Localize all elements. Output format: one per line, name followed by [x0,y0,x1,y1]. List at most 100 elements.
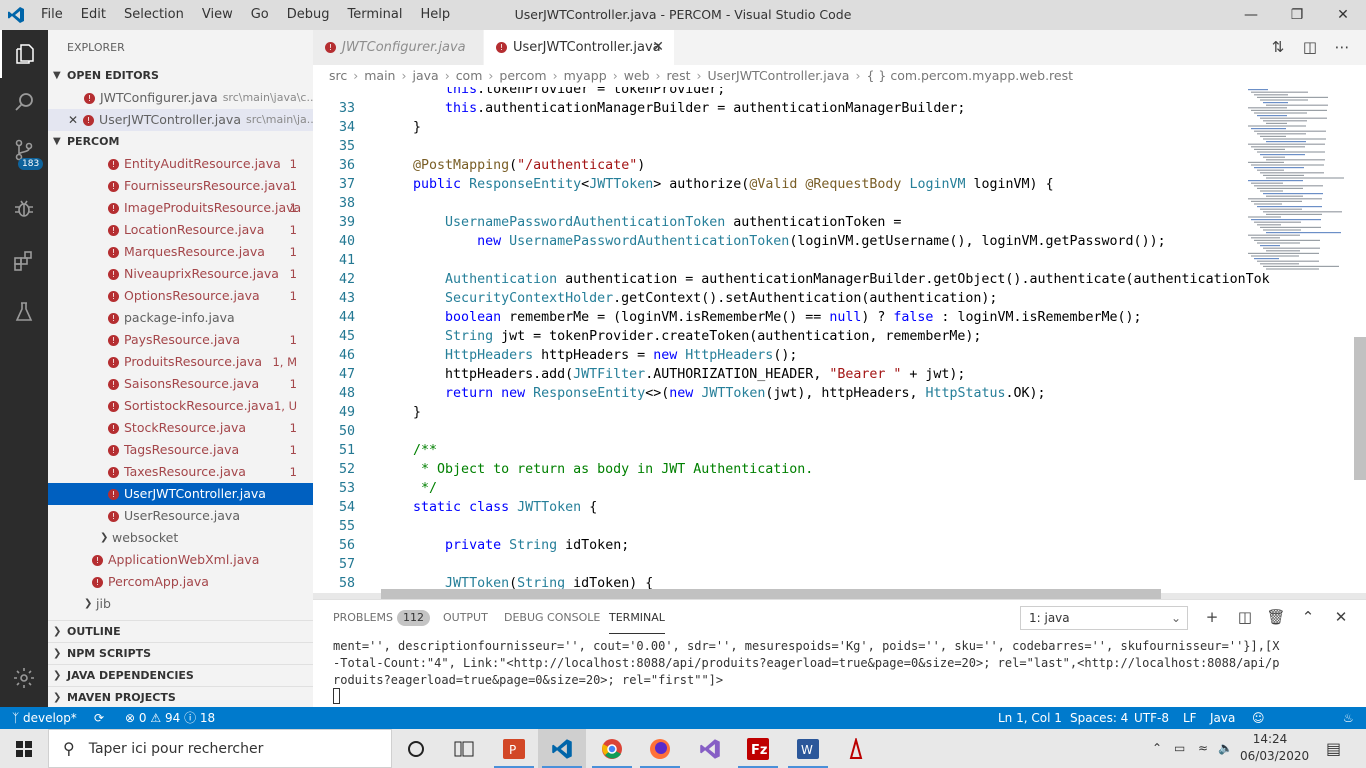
horizontal-scrollbar[interactable] [381,589,1161,599]
close-window-button[interactable]: ✕ [1320,0,1366,30]
file-item[interactable]: ! TaxesResource.java 1 [48,461,313,483]
chrome-icon[interactable] [588,729,636,768]
maximize-panel-icon[interactable]: ⌃ [1296,604,1320,630]
breadcrumb-item[interactable]: UserJWTController.java [708,68,850,83]
vscode-taskbar-icon[interactable] [538,729,586,768]
file-item[interactable]: ! EntityAuditResource.java 1 [48,153,313,175]
file-item[interactable]: ! UserJWTController.java [48,483,313,505]
action-center-icon[interactable]: ▤ [1326,729,1341,768]
battery-icon[interactable]: ▭ [1174,729,1185,768]
open-editors-section[interactable]: ▼ OPEN EDITORS [48,65,313,87]
file-item[interactable]: ! SaisonsResource.java 1 [48,373,313,395]
show-hidden-icons-icon[interactable]: ⌃ [1152,729,1162,768]
breadcrumb-item[interactable]: main [364,68,395,83]
code-editor[interactable]: this.tokenProvider = tokenProvider; 33 th… [313,87,1366,599]
cursor-position[interactable]: Ln 1, Col 1 [998,707,1062,729]
open-editor-item[interactable]: ! JWTConfigurer.java src\main\java\c... [48,87,313,109]
menu-go[interactable]: Go [242,0,278,30]
visual-studio-icon[interactable] [686,729,734,768]
breadcrumb-item[interactable]: rest [667,68,691,83]
menu-edit[interactable]: Edit [72,0,115,30]
folder-jib[interactable]: ❯ jib [48,593,313,615]
menu-help[interactable]: Help [411,0,459,30]
volume-icon[interactable]: 🔈 [1218,729,1233,768]
menu-terminal[interactable]: Terminal [339,0,412,30]
task-view-icon[interactable] [440,729,488,768]
outline-section[interactable]: ❯ OUTLINE [48,620,313,642]
file-item[interactable]: ! FournisseursResource.java 1 [48,175,313,197]
file-item[interactable]: ! UserResource.java [48,505,313,527]
open-editor-item[interactable]: ✕ ! UserJWTController.java src\main\ja..… [48,109,313,131]
language-mode[interactable]: Java [1210,707,1235,729]
filezilla-icon[interactable]: Fz [734,729,782,768]
breadcrumb-item[interactable]: web [624,68,650,83]
file-item[interactable]: ! ApplicationWebXml.java [48,549,313,571]
trash-icon[interactable]: 🗑 [1264,604,1288,630]
taskbar-search[interactable]: ⚲ Taper ici pour rechercher [48,729,392,768]
breadcrumb-item[interactable]: { } com.percom.myapp.web.rest [866,68,1073,83]
npm-scripts-section[interactable]: ❯ NPM SCRIPTS [48,642,313,664]
cortana-icon[interactable] [392,729,440,768]
debug-icon[interactable] [0,184,48,232]
file-item[interactable]: ! package-info.java [48,307,313,329]
file-item[interactable]: ! PaysResource.java 1 [48,329,313,351]
encoding[interactable]: UTF-8 [1134,707,1169,729]
minimap[interactable] [1246,87,1356,287]
windows-start-icon[interactable] [0,729,48,768]
breadcrumb-item[interactable]: java [412,68,438,83]
app-icon[interactable] [832,729,880,768]
maven-projects-section[interactable]: ❯ MAVEN PROJECTS [48,686,313,707]
search-icon[interactable] [0,78,48,126]
branch-indicator[interactable]: ᛉ develop* [12,707,77,729]
menu-file[interactable]: File [32,0,72,30]
extensions-icon[interactable] [0,237,48,285]
breadcrumb-item[interactable]: myapp [564,68,607,83]
wifi-icon[interactable]: ≈ [1198,729,1208,768]
close-tab-icon[interactable]: ✕ [652,30,664,65]
tab-jwtconfigurer[interactable]: ! JWTConfigurer.java [313,30,483,65]
word-icon[interactable]: W [784,729,832,768]
sync-icon[interactable]: ⟳ [94,707,104,729]
file-item[interactable]: ! ImageProduitsResource.java 1 [48,197,313,219]
close-panel-icon[interactable]: ✕ [1329,604,1353,630]
powerpoint-icon[interactable]: P [490,729,538,768]
restore-button[interactable]: ❐ [1274,0,1320,30]
problems-indicator[interactable]: ⊗ 0 ⚠ 94 ⓘ 18 [125,707,215,729]
notifications-bell-icon[interactable]: ♨ [1343,707,1354,729]
breadcrumb-item[interactable]: com [456,68,483,83]
file-item[interactable]: ! OptionsResource.java 1 [48,285,313,307]
breadcrumb-item[interactable]: src [329,68,347,83]
line-ending[interactable]: LF [1183,707,1197,729]
breadcrumb-item[interactable]: percom [499,68,546,83]
file-item[interactable]: ! TagsResource.java 1 [48,439,313,461]
taskbar-clock[interactable]: 14:24 06/03/2020 [1240,731,1309,765]
split-editor-icon[interactable]: ◫ [1295,30,1325,65]
tab-output[interactable]: OUTPUT [443,600,488,636]
file-item[interactable]: ! ProduitsResource.java 1, M [48,351,313,373]
menu-selection[interactable]: Selection [115,0,193,30]
java-dependencies-section[interactable]: ❯ JAVA DEPENDENCIES [48,664,313,686]
menu-view[interactable]: View [193,0,242,30]
feedback-icon[interactable]: ☺ [1252,707,1265,729]
file-item[interactable]: ! StockResource.java 1 [48,417,313,439]
menu-debug[interactable]: Debug [278,0,339,30]
tab-debug-console[interactable]: DEBUG CONSOLE [504,600,600,636]
tab-terminal[interactable]: TERMINAL [609,600,665,634]
file-item[interactable]: ! LocationResource.java 1 [48,219,313,241]
indentation[interactable]: Spaces: 4 [1070,707,1128,729]
open-changes-icon[interactable]: ⇅ [1263,30,1293,65]
close-icon[interactable]: ✕ [68,109,83,131]
tab-userjwtcontroller[interactable]: ! UserJWTController.java ✕ [484,30,674,65]
file-item[interactable]: ! PercomApp.java [48,571,313,593]
settings-gear-icon[interactable] [0,654,48,702]
file-item[interactable]: ! NiveauprixResource.java 1 [48,263,313,285]
project-section[interactable]: ▼ PERCOM [48,131,313,153]
test-flask-icon[interactable] [0,288,48,336]
minimize-button[interactable]: — [1228,0,1274,30]
folder-websocket[interactable]: ❯ websocket [48,527,313,549]
firefox-icon[interactable] [636,729,684,768]
explorer-icon[interactable] [0,30,48,78]
tab-problems[interactable]: PROBLEMS 112 [333,600,431,636]
file-item[interactable]: ! SortistockResource.java 1, U [48,395,313,417]
terminal-select[interactable]: 1: java ⌄ [1020,606,1188,630]
